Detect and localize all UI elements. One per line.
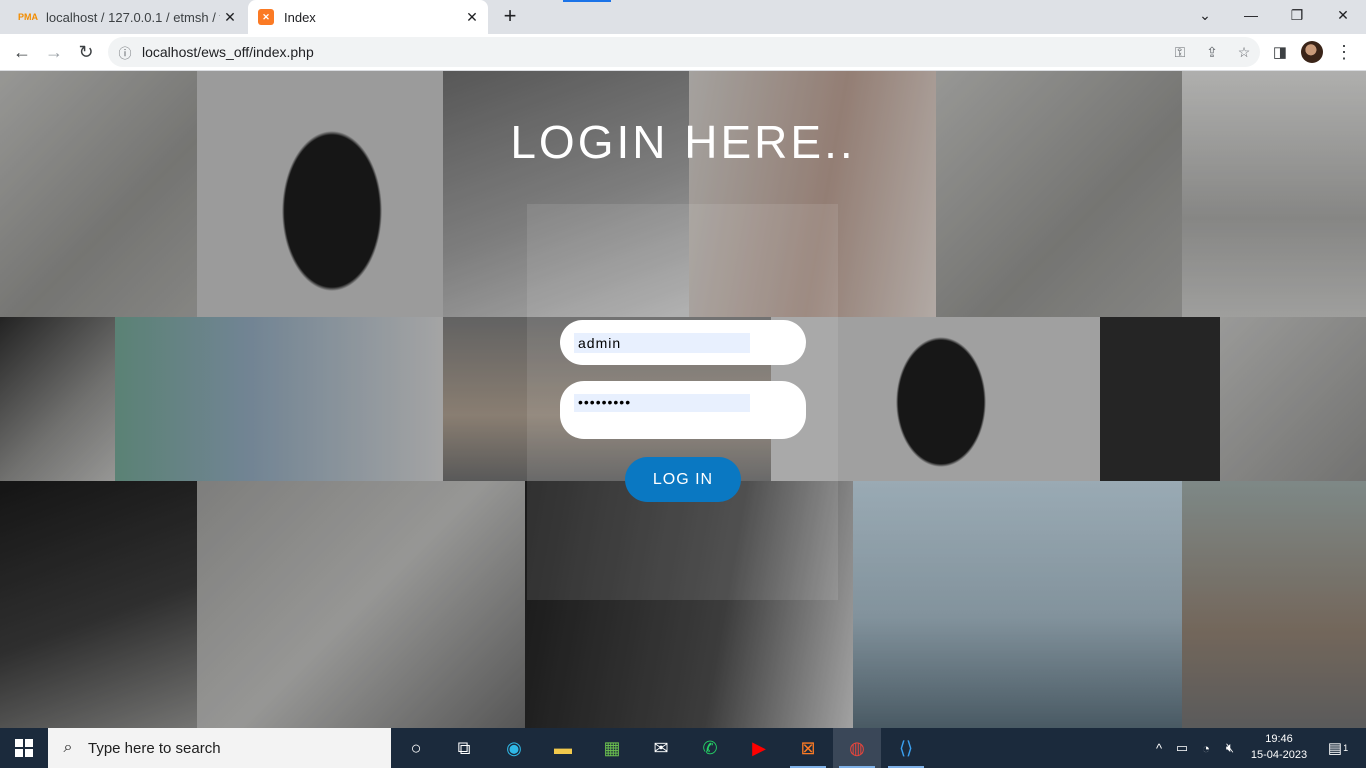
username-field[interactable]: admin	[560, 320, 806, 365]
tab-index[interactable]: ✕ Index ✕	[248, 0, 488, 34]
tab-title: localhost / 127.0.0.1 / etmsh / tbl	[46, 9, 220, 25]
cortana-icon[interactable]: ○	[392, 728, 440, 768]
vscode-icon[interactable]: ⟨⟩	[882, 728, 930, 768]
mail-icon[interactable]: ✉	[637, 728, 685, 768]
close-window-button[interactable]: ✕	[1320, 0, 1366, 30]
show-hidden-icons-chevron-icon[interactable]: ^	[1148, 728, 1170, 768]
password-field[interactable]: •••••••••	[560, 381, 806, 439]
tab-phpmyadmin[interactable]: PMA localhost / 127.0.0.1 / etmsh / tbl …	[10, 0, 246, 34]
youtube-icon[interactable]: ▶	[735, 728, 783, 768]
close-tab-icon[interactable]: ✕	[462, 9, 482, 26]
tab-title: Index	[284, 9, 316, 25]
tab-strip: PMA localhost / 127.0.0.1 / etmsh / tbl …	[0, 0, 1366, 34]
xampp-taskbar-icon[interactable]: ⊠	[784, 728, 832, 768]
phpmyadmin-icon: PMA	[18, 12, 38, 22]
tab-search-button[interactable]: ⌄	[1182, 0, 1228, 30]
battery-icon[interactable]: ▭	[1171, 728, 1193, 768]
volume-muted-icon[interactable]: 🔇︎	[1219, 728, 1241, 768]
windows-taskbar: ⌕ Type here to search ○ ⧉ ◉ ▬ ▦ ✉ ✆ ▶ ⊠ …	[0, 728, 1366, 768]
address-bar[interactable]: ⓘ localhost/ews_off/index.php ⚿ ⇪ ☆	[108, 37, 1260, 67]
network-icon[interactable]: ◔	[1195, 728, 1217, 768]
chrome-icon[interactable]: ◍	[833, 728, 881, 768]
xampp-icon: ✕	[258, 9, 274, 25]
notification-count: 1	[1343, 743, 1349, 753]
clock-time: 19:46	[1265, 733, 1293, 745]
menu-kebab-icon[interactable]: ⋮	[1330, 38, 1358, 66]
page-title: LOGIN HERE..	[510, 116, 856, 168]
share-icon[interactable]: ⇪	[1196, 44, 1228, 61]
file-explorer-icon[interactable]: ▬	[539, 728, 587, 768]
notifications-icon[interactable]: ▤ 1	[1318, 728, 1358, 768]
login-page: LOGIN HERE.. admin ••••••••• LOG IN	[0, 71, 1366, 728]
minimize-button[interactable]: —	[1228, 0, 1274, 30]
windows-logo-icon	[15, 739, 33, 757]
profile-avatar[interactable]	[1301, 41, 1323, 63]
tab-accent-line	[563, 0, 611, 2]
search-placeholder[interactable]: Type here to search	[88, 740, 221, 757]
forward-button[interactable]: →	[40, 38, 68, 66]
bookmark-star-icon[interactable]: ☆	[1228, 44, 1260, 61]
task-view-icon[interactable]: ⧉	[440, 728, 488, 768]
search-icon: ⌕	[63, 739, 73, 756]
microsoft-store-icon[interactable]: ▦	[588, 728, 636, 768]
start-button[interactable]	[0, 728, 48, 768]
login-button[interactable]: LOG IN	[625, 457, 741, 502]
back-button[interactable]: ←	[8, 38, 36, 66]
site-info-icon[interactable]: ⓘ	[108, 43, 142, 62]
edge-icon[interactable]: ◉	[490, 728, 538, 768]
clock-date: 15-04-2023	[1250, 749, 1308, 761]
reload-button[interactable]: ↻	[72, 38, 100, 66]
browser-toolbar: ← → ↻ ⓘ localhost/ews_off/index.php ⚿ ⇪ …	[0, 34, 1366, 71]
new-tab-button[interactable]: +	[498, 5, 522, 29]
side-panel-icon[interactable]: ◨	[1266, 38, 1294, 66]
whatsapp-icon[interactable]: ✆	[686, 728, 734, 768]
taskbar-clock[interactable]: 19:46 15-04-2023	[1249, 731, 1309, 763]
password-key-icon[interactable]: ⚿	[1164, 44, 1196, 61]
password-mask[interactable]: •••••••••	[578, 394, 631, 410]
url-text[interactable]: localhost/ews_off/index.php	[142, 44, 1164, 60]
taskbar-search-box[interactable]: ⌕ Type here to search	[48, 728, 391, 768]
restore-button[interactable]: ❐	[1274, 0, 1320, 30]
close-tab-icon[interactable]: ✕	[220, 9, 240, 26]
username-value[interactable]: admin	[578, 335, 621, 351]
